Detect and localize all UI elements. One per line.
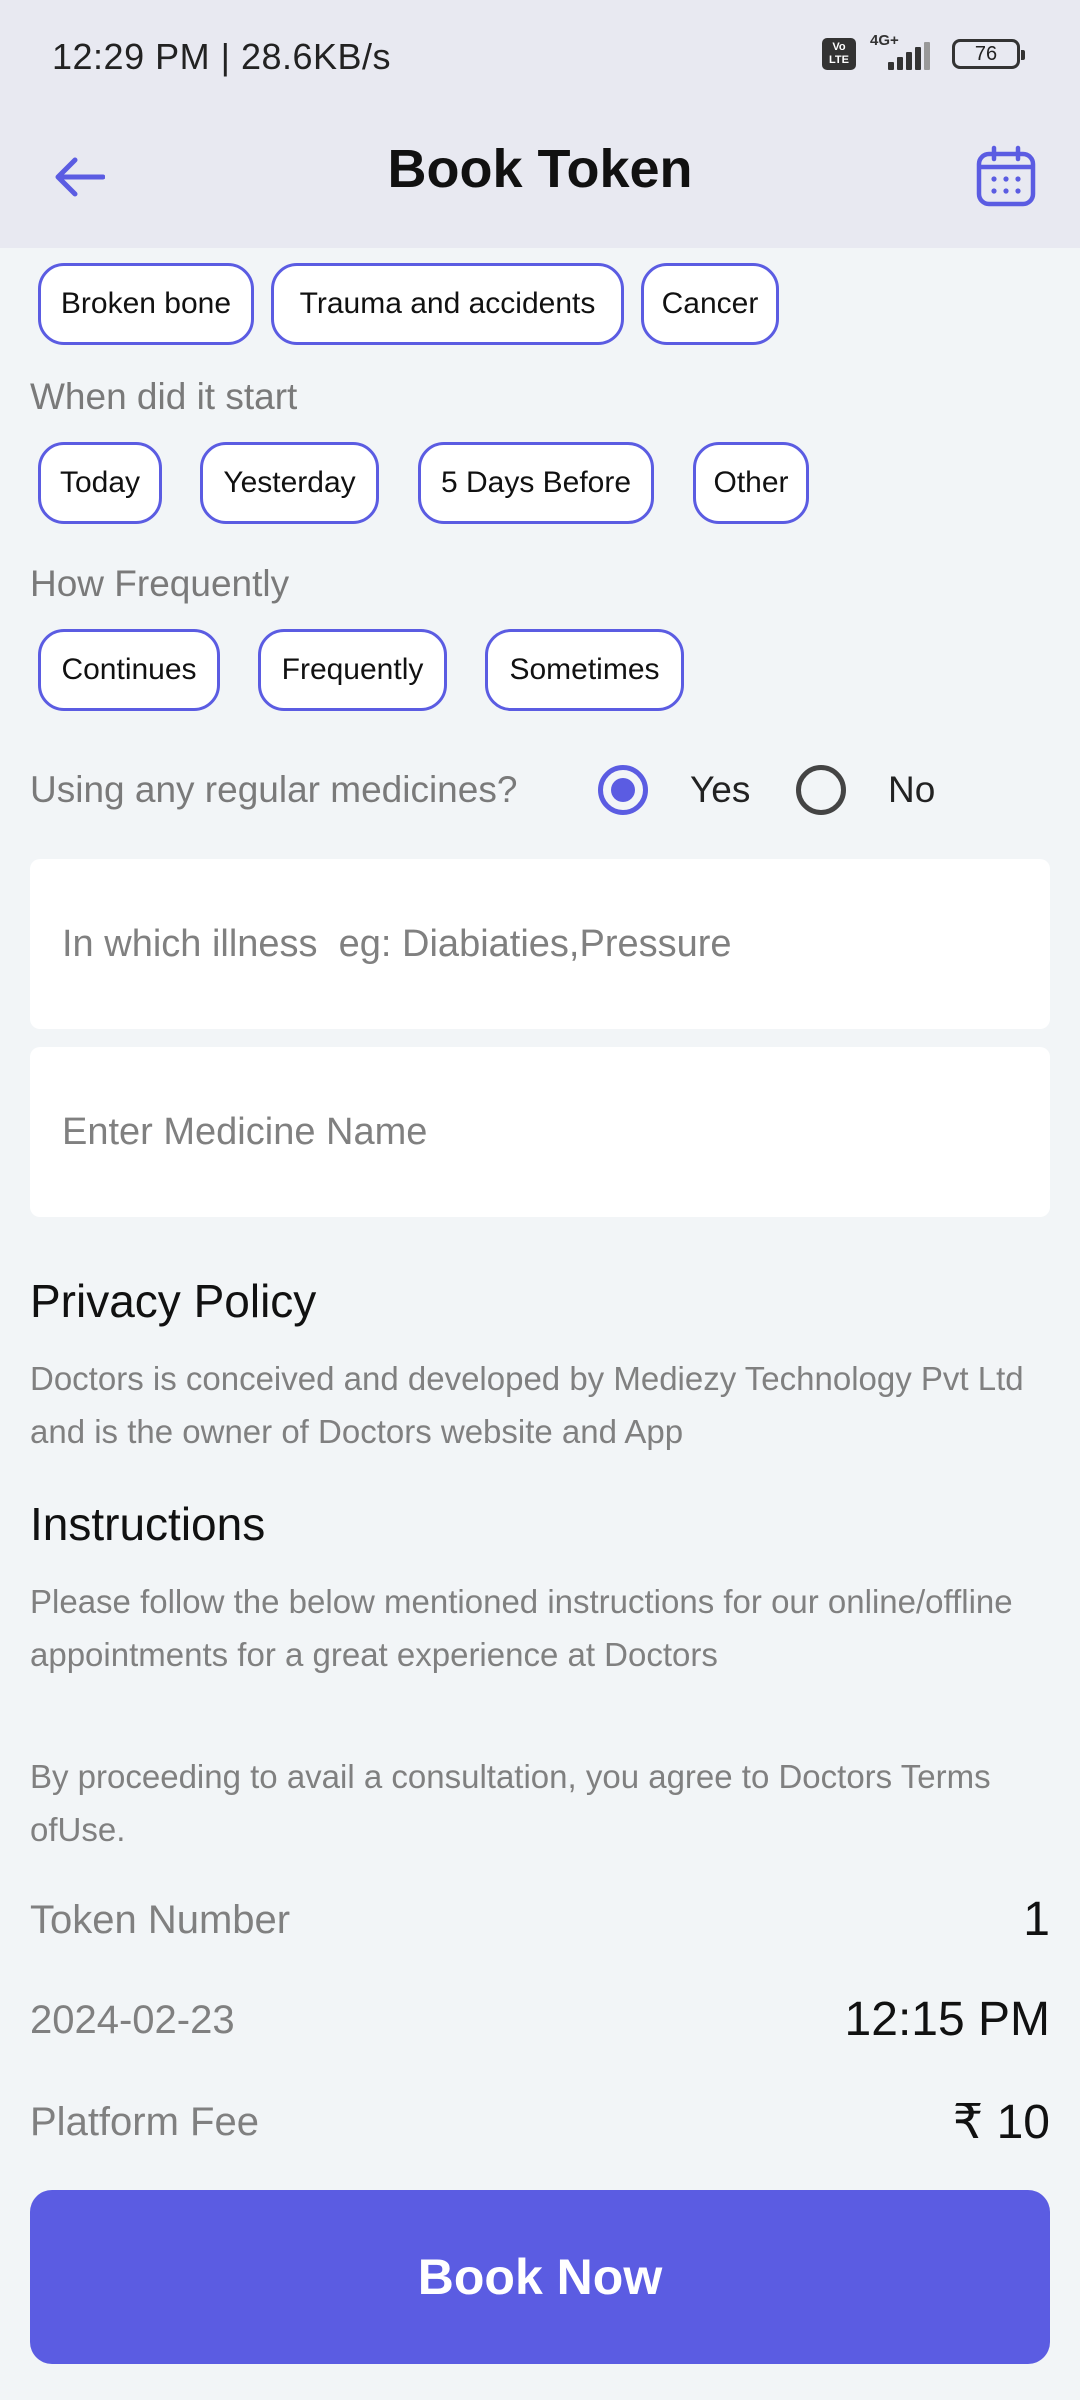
chip-today[interactable]: Today — [38, 442, 162, 524]
token-datetime-row: 2024-02-23 12:15 PM — [30, 1992, 1050, 2052]
calendar-button[interactable] — [966, 136, 1046, 216]
medicine-name-input[interactable] — [30, 1047, 1050, 1217]
network-type: 4G+ — [870, 32, 899, 49]
status-icons: Vo LTE 4G+ 76 — [822, 32, 1025, 70]
token-date: 2024-02-23 — [30, 1998, 235, 2042]
calendar-icon — [976, 145, 1036, 207]
chip-sometimes[interactable]: Sometimes — [485, 629, 684, 711]
token-time: 12:15 PM — [844, 1993, 1050, 2046]
radio-no[interactable] — [796, 765, 846, 815]
illness-field-container — [30, 859, 1050, 1029]
medicine-field-container — [30, 1047, 1050, 1217]
status-time: 12:29 PM | 28.6KB/s — [52, 36, 392, 77]
frequency-label: How Frequently — [30, 563, 290, 604]
privacy-policy-text: Doctors is conceived and developed by Me… — [30, 1360, 1024, 1450]
chip-frequently[interactable]: Frequently — [258, 629, 447, 711]
platform-fee-label: Platform Fee — [30, 2100, 259, 2144]
token-number-row: Token Number 1 — [30, 1892, 1050, 1952]
instructions-text: Please follow the below mentioned instru… — [30, 1583, 1013, 1673]
chip-other[interactable]: Other — [693, 442, 809, 524]
token-number-value: 1 — [1023, 1893, 1050, 1946]
radio-yes[interactable] — [598, 765, 648, 815]
status-bar: 12:29 PM | 28.6KB/s Vo LTE 4G+ 76 — [0, 0, 1080, 116]
privacy-policy-heading: Privacy Policy — [30, 1275, 317, 1327]
battery-level: 76 — [974, 42, 998, 65]
radio-yes-label: Yes — [690, 769, 751, 810]
app-bar: Book Token — [0, 116, 1080, 248]
chip-continues[interactable]: Continues — [38, 629, 220, 711]
instructions-heading: Instructions — [30, 1498, 266, 1550]
chip-5-days-before[interactable]: 5 Days Before — [418, 442, 654, 524]
book-now-button[interactable]: Book Now — [30, 2190, 1050, 2364]
platform-fee-value: ₹ 10 — [952, 2096, 1050, 2149]
terms-text: By proceeding to avail a consultation, y… — [30, 1758, 991, 1848]
battery-icon: 76 — [952, 39, 1025, 69]
token-number-label: Token Number — [30, 1898, 291, 1942]
regular-medicines-question: Using any regular medicines? — [30, 769, 518, 810]
chip-trauma-and-accidents[interactable]: Trauma and accidents — [271, 263, 624, 345]
volte-icon: Vo LTE — [822, 38, 856, 70]
page-title: Book Token — [387, 139, 693, 199]
signal-icon: 4G+ — [870, 32, 930, 70]
platform-fee-row: Platform Fee ₹ 10 — [30, 2094, 1050, 2154]
when-started-label: When did it start — [30, 376, 298, 417]
chip-cancer[interactable]: Cancer — [641, 263, 779, 345]
illness-input[interactable] — [30, 859, 1050, 1029]
chip-broken-bone[interactable]: Broken bone — [38, 263, 254, 345]
chip-yesterday[interactable]: Yesterday — [200, 442, 379, 524]
radio-no-label: No — [888, 769, 936, 810]
regular-medicines-row: Using any regular medicines? Yes No — [30, 755, 1070, 835]
